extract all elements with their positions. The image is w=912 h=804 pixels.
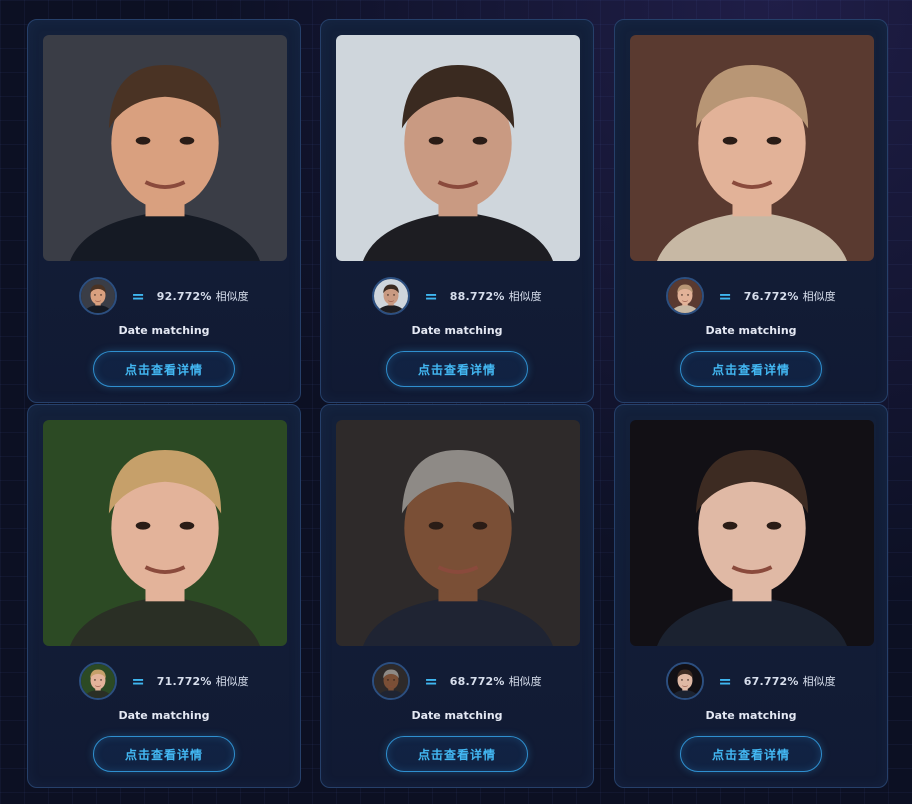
equals-icon: = — [718, 671, 732, 691]
view-details-button[interactable]: 点击查看详情 — [680, 351, 822, 387]
match-row: = 76.772% 相似度 — [615, 276, 887, 316]
date-matching-label: Date matching — [411, 324, 503, 337]
equals-icon: = — [131, 286, 145, 306]
similarity-value: 68.772% — [449, 674, 505, 688]
similarity-value: 92.772% — [156, 289, 212, 303]
similarity-label: 相似度 — [802, 290, 836, 303]
match-row: = 71.772% 相似度 — [28, 661, 300, 701]
match-photo[interactable] — [630, 420, 874, 646]
match-photo[interactable] — [630, 35, 874, 261]
similarity-value: 88.772% — [449, 289, 505, 303]
date-matching-label: Date matching — [118, 324, 210, 337]
avatar[interactable] — [79, 662, 118, 700]
result-card: = 67.772% 相似度 Date matching 点击查看详情 — [614, 404, 888, 788]
result-card: = 92.772% 相似度 Date matching 点击查看详情 — [27, 19, 301, 403]
result-card: = 71.772% 相似度 Date matching 点击查看详情 — [27, 404, 301, 788]
avatar[interactable] — [372, 277, 411, 315]
similarity-label: 相似度 — [802, 675, 836, 688]
match-row: = 88.772% 相似度 — [321, 276, 593, 316]
view-details-button[interactable]: 点击查看详情 — [93, 351, 235, 387]
result-card: = 76.772% 相似度 Date matching 点击查看详情 — [614, 19, 888, 403]
similarity-label: 相似度 — [215, 290, 249, 303]
similarity-value: 71.772% — [156, 674, 212, 688]
view-details-button[interactable]: 点击查看详情 — [386, 736, 528, 772]
avatar[interactable] — [666, 662, 705, 700]
match-photo[interactable] — [43, 35, 287, 261]
equals-icon: = — [131, 671, 145, 691]
match-row: = 68.772% 相似度 — [321, 661, 593, 701]
equals-icon: = — [424, 671, 438, 691]
similarity-value: 67.772% — [743, 674, 799, 688]
match-row: = 92.772% 相似度 — [28, 276, 300, 316]
match-photo[interactable] — [43, 420, 287, 646]
view-details-button[interactable]: 点击查看详情 — [386, 351, 528, 387]
date-matching-label: Date matching — [118, 709, 210, 722]
similarity-label: 相似度 — [508, 290, 542, 303]
result-card: = 68.772% 相似度 Date matching 点击查看详情 — [320, 404, 594, 788]
avatar[interactable] — [79, 277, 118, 315]
match-row: = 67.772% 相似度 — [615, 661, 887, 701]
avatar[interactable] — [666, 277, 705, 315]
results-grid: = 92.772% 相似度 Date matching 点击查看详情 = 88.… — [27, 19, 890, 790]
avatar[interactable] — [372, 662, 411, 700]
similarity-label: 相似度 — [215, 675, 249, 688]
similarity-label: 相似度 — [508, 675, 542, 688]
view-details-button[interactable]: 点击查看详情 — [93, 736, 235, 772]
match-photo[interactable] — [336, 420, 580, 646]
equals-icon: = — [718, 286, 732, 306]
date-matching-label: Date matching — [705, 324, 797, 337]
equals-icon: = — [424, 286, 438, 306]
result-card: = 88.772% 相似度 Date matching 点击查看详情 — [320, 19, 594, 403]
match-photo[interactable] — [336, 35, 580, 261]
date-matching-label: Date matching — [705, 709, 797, 722]
view-details-button[interactable]: 点击查看详情 — [680, 736, 822, 772]
date-matching-label: Date matching — [411, 709, 503, 722]
similarity-value: 76.772% — [743, 289, 799, 303]
